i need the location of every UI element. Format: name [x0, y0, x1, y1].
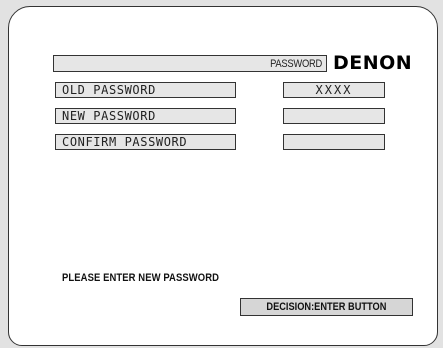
new-password-field[interactable]: [283, 108, 385, 124]
tv-screen-background: PASSWORD DENON OLD PASSWORD XXXX NEW PAS…: [0, 0, 443, 348]
menu-title: PASSWORD: [270, 57, 322, 70]
decision-hint: DECISION:ENTER BUTTON: [266, 301, 387, 313]
new-password-label: NEW PASSWORD: [55, 108, 236, 124]
confirm-password-field[interactable]: [283, 134, 385, 150]
old-password-label: OLD PASSWORD: [55, 82, 236, 98]
old-password-field[interactable]: XXXX: [283, 82, 385, 98]
menu-title-bar: PASSWORD: [53, 55, 327, 72]
brand-logo: DENON: [333, 52, 413, 74]
confirm-password-label: CONFIRM PASSWORD: [55, 134, 236, 150]
status-message: PLEASE ENTER NEW PASSWORD: [62, 272, 220, 284]
decision-hint-bar: DECISION:ENTER BUTTON: [240, 298, 413, 316]
